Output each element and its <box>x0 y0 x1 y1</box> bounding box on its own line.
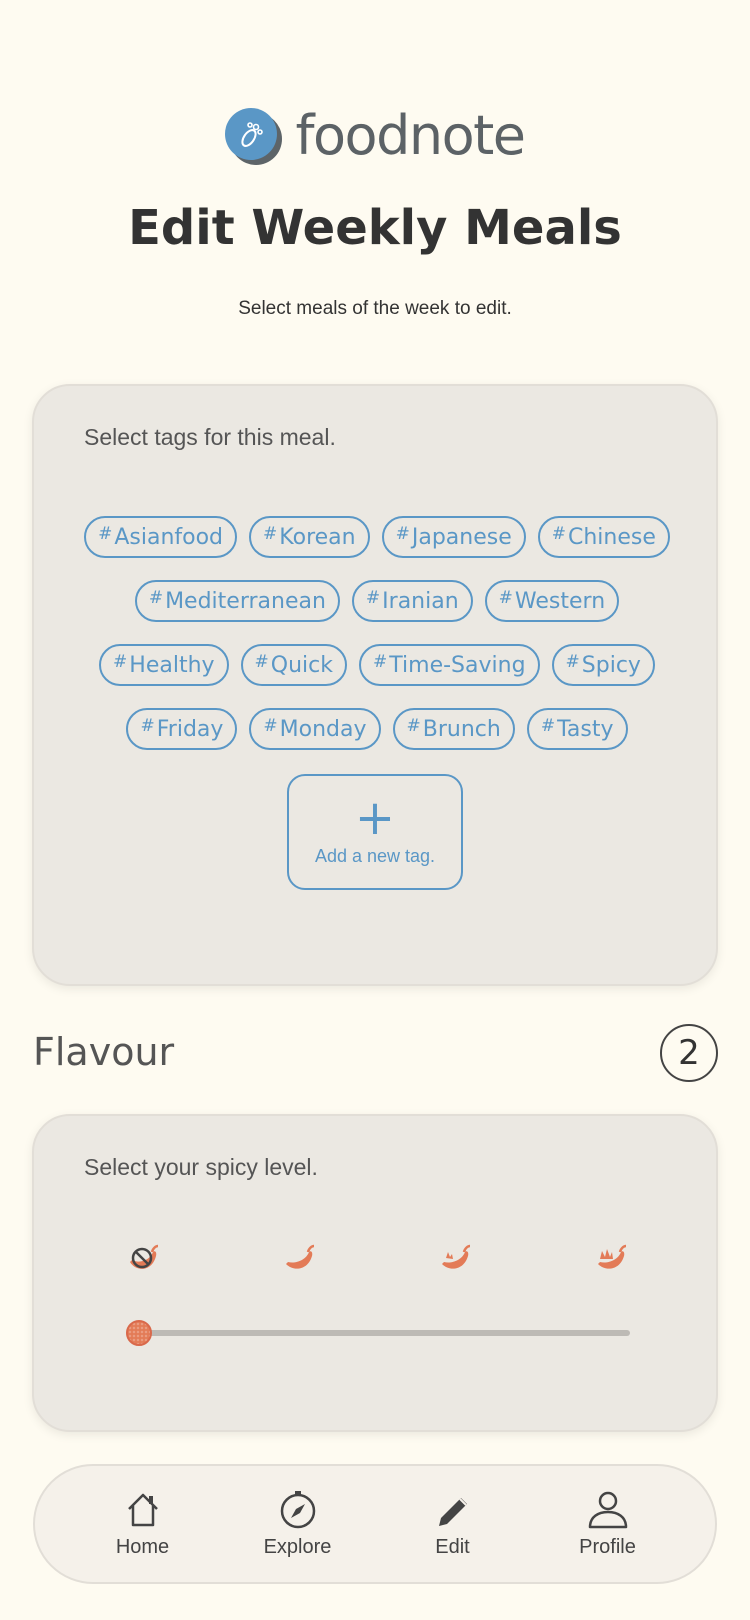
tag-chip[interactable]: # Friday <box>126 708 238 750</box>
tag-label: Tasty <box>557 716 614 742</box>
add-tag-button[interactable]: + Add a new tag. <box>287 774 463 890</box>
tag-chip[interactable]: # Chinese <box>537 516 670 558</box>
chili-hot-icon[interactable] <box>594 1240 630 1276</box>
user-icon <box>588 1491 627 1528</box>
nav-item-profile[interactable]: Profile <box>548 1490 668 1559</box>
nav-item-home[interactable]: Home <box>83 1490 203 1559</box>
tag-chip[interactable]: # Iranian <box>351 580 473 622</box>
hash-symbol: # <box>263 524 278 544</box>
tag-label: Quick <box>270 652 334 678</box>
tag-label: Western <box>514 588 606 614</box>
plus-icon: + <box>354 789 396 846</box>
spicy-level-label: Select your spicy level. <box>84 1154 318 1180</box>
nav-item-explore[interactable]: Explore <box>238 1490 358 1559</box>
spicy-slider-track[interactable] <box>130 1330 630 1336</box>
chili-medium-icon[interactable] <box>438 1240 474 1276</box>
tag-chip[interactable]: # Brunch <box>392 708 515 750</box>
tag-label: Monday <box>279 716 367 742</box>
hash-symbol: # <box>148 588 164 608</box>
tag-chip[interactable]: # Monday <box>249 708 381 750</box>
tag-chip[interactable]: # Tasty <box>526 708 628 750</box>
no-spice-icon[interactable] <box>126 1240 162 1276</box>
tag-label: Friday <box>156 716 224 742</box>
hash-symbol: # <box>395 524 410 544</box>
tag-chip[interactable]: # Healthy <box>99 644 229 686</box>
app-logo: foodnote <box>0 104 750 167</box>
hash-symbol: # <box>263 716 278 736</box>
page-title: Edit Weekly Meals <box>128 200 622 256</box>
tag-chip[interactable]: # Western <box>484 580 620 622</box>
edit-weekly-meals-screen: foodnote Edit Weekly Meals Select meals … <box>0 0 750 1620</box>
compass-icon <box>280 1490 315 1528</box>
tags-card: Select tags for this meal. # Asianfood # Ko… <box>32 384 718 986</box>
tags-card-label: Select tags for this meal. <box>84 424 336 450</box>
nav-label-edit: Edit <box>435 1535 470 1558</box>
hash-symbol: # <box>498 588 513 608</box>
tag-chip[interactable]: # Time-Saving <box>359 644 540 686</box>
hash-symbol: # <box>406 716 421 736</box>
bottom-nav: Home Explore Edit Profile <box>33 1464 717 1584</box>
tag-label: Healthy <box>129 652 215 678</box>
hash-symbol: # <box>551 524 566 544</box>
tag-row: # Asianfood # Korean # Japanese # Chinese <box>84 516 670 558</box>
tag-chip[interactable]: # Japanese <box>381 516 526 558</box>
tag-chip[interactable]: # Mediterranean <box>134 580 340 622</box>
tag-label: Time-Saving <box>389 652 526 678</box>
tag-label: Chinese <box>568 524 656 550</box>
add-tag-label: Add a new tag. <box>314 845 436 866</box>
tag-label: Iranian <box>382 588 459 614</box>
nav-label-profile: Profile <box>579 1535 636 1558</box>
tag-chip[interactable]: # Asianfood <box>84 516 238 558</box>
hash-symbol: # <box>365 588 381 608</box>
hash-symbol: # <box>140 716 155 736</box>
tag-row: # Mediterranean # Iranian # Western <box>134 580 620 622</box>
tag-chip[interactable]: # Korean <box>249 516 370 558</box>
logo-wordmark: foodnote <box>295 104 526 167</box>
hash-symbol: # <box>540 716 556 736</box>
flavour-card: Select your spicy level. <box>32 1114 718 1432</box>
nav-item-edit[interactable]: Edit <box>393 1490 513 1559</box>
tag-label: Asianfood <box>114 524 224 550</box>
nav-label-explore: Explore <box>263 1535 332 1558</box>
tag-row: # Friday # Monday # Brunch # Tasty <box>126 708 628 750</box>
hash-symbol: # <box>113 652 128 672</box>
flavour-section-title: Flavour <box>33 1030 175 1074</box>
pencil-icon <box>438 1497 467 1526</box>
tag-row: # Healthy # Quick # Time-Saving # Spicy <box>99 644 655 686</box>
hash-symbol: # <box>565 652 580 672</box>
tag-chip[interactable]: # Spicy <box>551 644 655 686</box>
tag-chip[interactable]: # Quick <box>240 644 348 686</box>
tag-list: # Asianfood # Korean # Japanese # Chinese # Medit… <box>34 516 720 750</box>
flavour-step-badge: 2 <box>660 1024 718 1082</box>
tag-label: Brunch <box>422 716 501 742</box>
spicy-slider-handle[interactable] <box>126 1320 152 1346</box>
tag-label: Mediterranean <box>165 588 326 614</box>
hash-symbol: # <box>373 652 388 672</box>
spicy-level-icons <box>126 1240 630 1276</box>
chili-mild-icon[interactable] <box>282 1240 318 1276</box>
hash-symbol: # <box>98 524 113 544</box>
hash-symbol: # <box>254 652 269 672</box>
nav-label-home: Home <box>115 1535 170 1558</box>
tag-label: Korean <box>279 524 356 550</box>
logo-mark-icon <box>225 108 283 165</box>
page-subtitle: Select meals of the week to edit. <box>238 298 512 319</box>
home-icon <box>127 1493 158 1526</box>
tag-label: Spicy <box>581 652 641 678</box>
tag-label: Japanese <box>411 524 512 550</box>
